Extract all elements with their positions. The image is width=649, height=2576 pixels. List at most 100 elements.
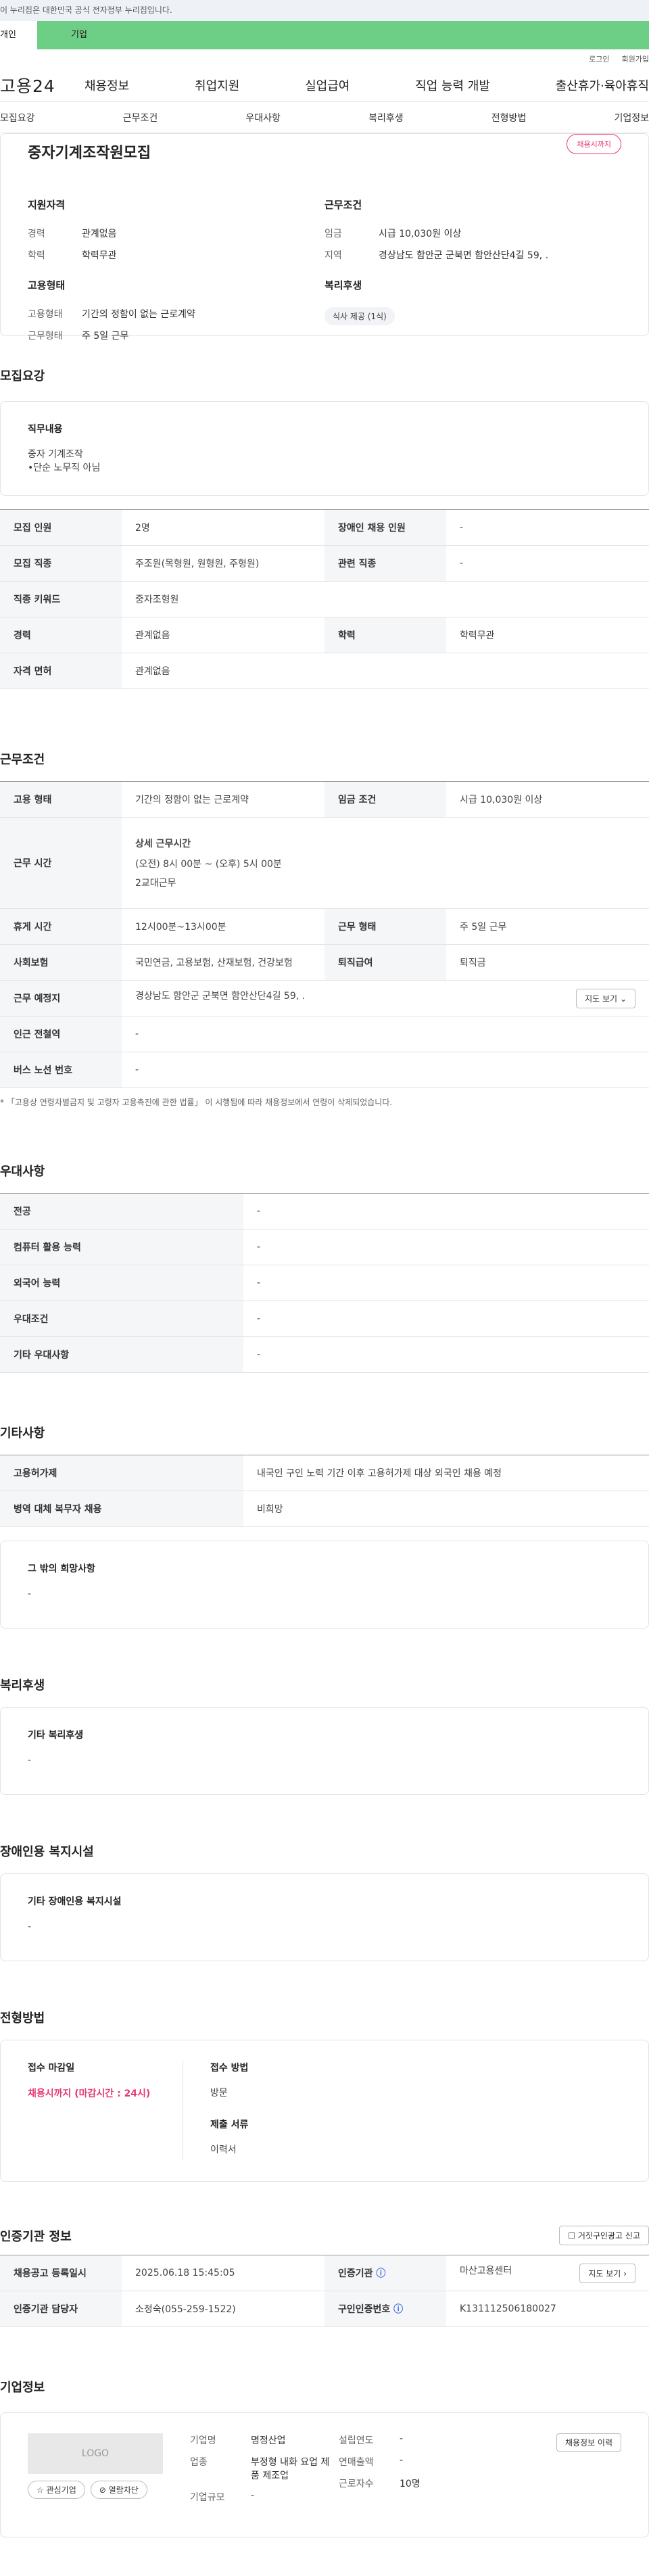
map-view-button[interactable]: 지도 보기 ⌄ xyxy=(576,988,635,1008)
table-row: 경력 관계없음 학력 학력무관 xyxy=(0,617,649,653)
emptype-heading: 고용형태 xyxy=(28,279,66,291)
global-nav: 고용24 채용정보 취업지원 실업급여 직업 능력 개발 출산휴가·육아휴직 xyxy=(0,68,649,102)
table-key: 기타 우대사항 xyxy=(0,1336,243,1373)
gov-banner: 이 누리집은 대한민국 공식 전자정부 누리집입니다. xyxy=(0,0,649,21)
interest-company-button[interactable]: ☆ 관심기업 xyxy=(28,2481,85,2499)
lock-icon: ☐ xyxy=(568,2231,576,2241)
table-value: 국민연금, 고용보험, 산재보험, 건강보험 xyxy=(122,944,324,981)
anchor-welfare[interactable]: 복리후생 xyxy=(368,111,404,124)
table-row: 병역 대체 복무자 채용 비희망 xyxy=(0,1491,649,1527)
table-value: - xyxy=(243,1265,649,1301)
table-row: 인증기관 담당자 소정숙(055-259-1522) 구인인증번호 ⓘ K131… xyxy=(0,2291,649,2327)
table-row: 인근 전철역 - xyxy=(0,1016,649,1052)
screening-method: 접수 방법 방문 제출 서류 이력서 xyxy=(183,2061,248,2161)
work-hours-line: 2교대근무 xyxy=(135,878,176,889)
region-value: 경상남도 함안군 군북면 함안산단4길 59, . xyxy=(379,250,549,261)
anchor-recruit[interactable]: 모집요강 xyxy=(0,111,35,124)
employees-value: 10명 xyxy=(400,2479,420,2489)
company-actions: 채용정보 이력 xyxy=(474,2433,621,2516)
table-key: 전공 xyxy=(0,1193,243,1230)
revenue-value: - xyxy=(400,2455,404,2466)
table-key: 고용허가제 xyxy=(0,1455,243,1491)
tab-person[interactable]: 개인 xyxy=(0,21,37,49)
company-size-value: - xyxy=(251,2490,255,2501)
info-icon[interactable]: ⓘ xyxy=(376,2268,385,2279)
table-row: 우대조건 - xyxy=(0,1301,649,1337)
table-value: 소정숙(055-259-1522) xyxy=(122,2291,324,2327)
table-row: 전공 - xyxy=(0,1193,649,1230)
table-key: 사회보험 xyxy=(0,944,122,981)
block-view-button[interactable]: ⊘ 열람차단 xyxy=(90,2481,147,2499)
anchor-company[interactable]: 기업정보 xyxy=(614,111,649,124)
table-key: 고용 형태 xyxy=(0,781,122,818)
table-key: 우대조건 xyxy=(0,1301,243,1337)
employees-label: 근로자수 xyxy=(339,2479,374,2489)
login-link[interactable]: 로그인 xyxy=(589,53,609,64)
duty-heading: 직무내용 xyxy=(28,424,63,435)
emptype-label: 고용형태 xyxy=(28,309,63,320)
table-value: 비희망 xyxy=(243,1491,649,1527)
info-icon[interactable]: ⓘ xyxy=(393,2304,403,2315)
table-row: 모집 직종 주조원(목형원, 원형원, 주형원) 관련 직종 - xyxy=(0,545,649,582)
welfare-box-heading: 기타 복리후생 xyxy=(28,1730,84,1741)
tab-corp[interactable]: 기업 xyxy=(37,21,649,49)
table-value: - xyxy=(243,1301,649,1337)
cert-agency-label: 인증기관 xyxy=(338,2268,373,2279)
gnb-item-unemployment-benefit[interactable]: 실업급여 xyxy=(305,76,350,94)
table-value: 관계없음 xyxy=(122,617,324,653)
cert-section-title: 인증기관 정보 xyxy=(0,2229,72,2244)
table-key: 장애인 채용 인원 xyxy=(324,509,446,546)
table-value: - xyxy=(122,1016,649,1052)
table-key: 휴게 시간 xyxy=(0,908,122,945)
disability-box-heading: 기타 장애인용 복지시설 xyxy=(28,1896,122,1907)
interest-company-label: 관심기업 xyxy=(46,2485,76,2495)
table-value: 내국인 구인 노력 기간 이후 고용허가제 대상 외국인 채용 예정 xyxy=(243,1455,649,1491)
company-logo-area: LOGO ☆ 관심기업 ⊘ 열람차단 xyxy=(28,2433,176,2516)
welfare-box: 기타 복리후생 - xyxy=(0,1707,649,1795)
job-history-button[interactable]: 채용정보 이력 xyxy=(556,2433,621,2452)
join-link[interactable]: 회원가입 xyxy=(622,53,649,64)
cond-heading: 근무조건 xyxy=(324,199,362,211)
table-row: 휴게 시간 12시00분~13시00분 근무 형태 주 5일 근무 xyxy=(0,908,649,945)
disability-section-title: 장애인용 복지시설 xyxy=(0,1845,94,1859)
welfare-chip: 식사 제공 (1식) xyxy=(324,307,395,325)
recruit-table: 모집 인원 2명 장애인 채용 인원 - 모집 직종 주조원(목형원, 원형원,… xyxy=(0,509,649,689)
gnb-item-skills[interactable]: 직업 능력 개발 xyxy=(415,76,490,94)
recruit-section-title: 모집요강 xyxy=(0,369,45,383)
qual-heading: 지원자격 xyxy=(28,199,66,211)
cert-number-key: 구인인증번호 ⓘ xyxy=(324,2291,446,2327)
etc-wishes-box: 그 밖의 희망사항 - xyxy=(0,1541,649,1629)
status-badge: 채용시까지 xyxy=(567,134,621,154)
anchor-work[interactable]: 근무조건 xyxy=(123,111,158,124)
report-false-ad-button[interactable]: ☐ 거짓구인광고 신고 xyxy=(559,2226,649,2245)
table-value: 퇴직금 xyxy=(446,944,649,981)
edu-label: 학력 xyxy=(28,250,45,261)
site-logo[interactable]: 고용24 xyxy=(0,73,85,97)
cert-table: 채용공고 등록일시 2025.06.18 15:45:05 인증기관 ⓘ 마산고… xyxy=(0,2255,649,2327)
disability-box-value: - xyxy=(28,1921,32,1932)
work-hours-cell: 상세 근무시간 (오전) 8시 00분 ~ (오후) 5시 00분 2교대근무 xyxy=(122,817,649,909)
industry-label: 업종 xyxy=(190,2457,208,2468)
anchor-screening[interactable]: 전형방법 xyxy=(491,111,527,124)
gnb-item-parental-leave[interactable]: 출산휴가·육아휴직 xyxy=(556,76,649,94)
career-label: 경력 xyxy=(28,229,45,239)
gnb-item-jobs[interactable]: 채용정보 xyxy=(85,76,129,94)
cert-map-button[interactable]: 지도 보기 › xyxy=(579,2263,635,2283)
table-value: K131112506180027 xyxy=(446,2291,649,2327)
work-table: 고용 형태 기간의 정함이 없는 근로계약 임금 조건 시급 10,030원 이… xyxy=(0,781,649,1088)
revenue-label: 연매출액 xyxy=(339,2457,374,2468)
anchor-preference[interactable]: 우대사항 xyxy=(245,111,281,124)
table-key: 근무 예정지 xyxy=(0,980,122,1016)
table-value: 기간의 정함이 없는 근로계약 xyxy=(122,781,324,818)
chevron-right-icon: › xyxy=(623,2268,627,2278)
table-row: 외국어 능력 - xyxy=(0,1265,649,1301)
block-icon: ⊘ xyxy=(99,2485,106,2495)
gnb-item-employment-support[interactable]: 취업지원 xyxy=(195,76,239,94)
table-row: 기타 우대사항 - xyxy=(0,1336,649,1373)
table-value: 12시00분~13시00분 xyxy=(122,908,324,945)
table-key: 외국어 능력 xyxy=(0,1265,243,1301)
screening-box: 접수 마감일 채용시까지 (마감시간 : 24시) 접수 방법 방문 제출 서류… xyxy=(0,2040,649,2182)
workplace-address: 경상남도 함안군 군북면 함안산단4길 59, . xyxy=(135,990,306,1002)
founded-label: 설립연도 xyxy=(339,2435,374,2446)
cert-agency-value: 마산고용센터 xyxy=(460,2265,512,2276)
